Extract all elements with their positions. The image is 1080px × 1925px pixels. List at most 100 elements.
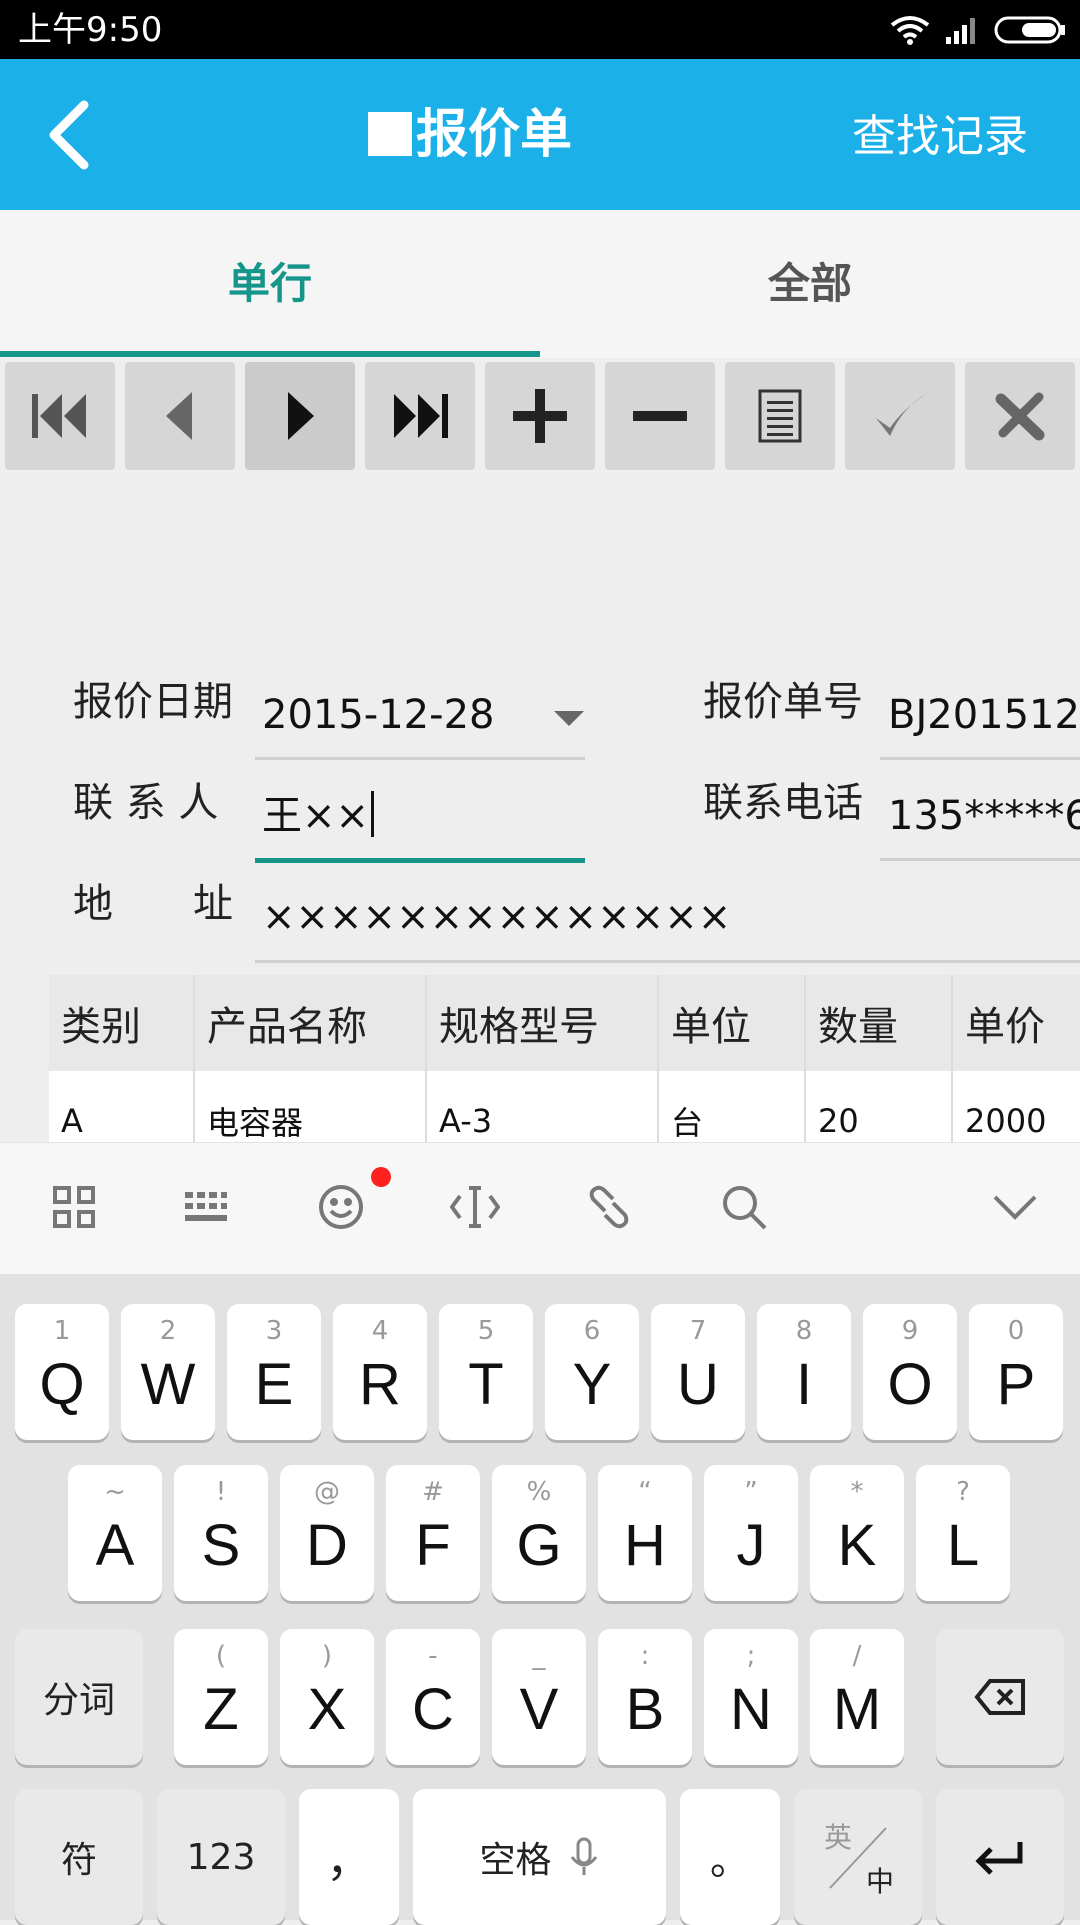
title-square-icon <box>367 112 412 156</box>
key-f[interactable]: # F <box>386 1465 480 1601</box>
status-bar: 上午9:50 <box>0 0 1080 59</box>
remove-record-button[interactable] <box>605 362 715 470</box>
text-cursor-icon <box>450 1186 500 1228</box>
keyboard-layout-button[interactable] <box>172 1173 240 1241</box>
column-header[interactable]: 产品名称 <box>195 975 427 1071</box>
contact-label: 联 系 人 <box>73 780 219 826</box>
key-x[interactable]: ) X <box>280 1629 374 1765</box>
key-e[interactable]: 3E <box>227 1304 321 1440</box>
add-icon <box>513 389 567 443</box>
key-c[interactable]: -C <box>386 1629 480 1765</box>
cursor-button[interactable] <box>441 1173 509 1241</box>
grid-icon <box>53 1186 95 1228</box>
key-s[interactable]: ! S <box>174 1465 268 1601</box>
space-key[interactable]: 空格 <box>413 1789 666 1925</box>
key-l[interactable]: ? L <box>916 1465 1010 1601</box>
table-cell[interactable]: A <box>49 1071 195 1142</box>
cancel-button[interactable] <box>965 362 1075 470</box>
list-button[interactable] <box>725 362 835 470</box>
table-cell[interactable]: A-3 <box>427 1071 659 1142</box>
key-j[interactable]: ” J <box>704 1465 798 1601</box>
key-v[interactable]: _ V <box>492 1629 586 1765</box>
slash-divider-icon <box>829 1827 887 1889</box>
table-row[interactable]: A 电容器 A-3 台 20 2000 <box>49 1071 1080 1142</box>
contact-field[interactable]: 王×× <box>262 791 582 841</box>
battery-icon <box>994 16 1065 44</box>
contact-value: 王×× <box>262 793 370 839</box>
phone-field[interactable]: 135*****65 <box>888 791 1080 841</box>
apps-button[interactable] <box>40 1173 108 1241</box>
key-z[interactable]: (Z <box>174 1629 268 1765</box>
key-b[interactable]: :B <box>598 1629 692 1765</box>
symbol-key[interactable]: 符 <box>15 1789 143 1925</box>
column-header[interactable]: 类别 <box>49 975 195 1071</box>
key-d[interactable]: @ D <box>280 1465 374 1601</box>
collapse-keyboard-button[interactable] <box>981 1173 1049 1241</box>
key-q[interactable]: 1Q <box>15 1304 109 1440</box>
key-k[interactable]: * K <box>810 1465 904 1601</box>
tab-all[interactable]: 全部 <box>540 210 1080 358</box>
confirm-button[interactable] <box>845 362 955 470</box>
dropdown-arrow-icon[interactable] <box>554 711 584 726</box>
language-switch-key[interactable]: 英 中 <box>794 1789 922 1925</box>
quote-date-field[interactable]: 2015-12-28 <box>262 690 532 740</box>
chevron-down-icon <box>993 1195 1037 1220</box>
key-i[interactable]: 8I <box>757 1304 851 1440</box>
phone-underline <box>880 858 1080 861</box>
column-header[interactable]: 数量 <box>806 975 953 1071</box>
add-record-button[interactable] <box>485 362 595 470</box>
key-o[interactable]: 9O <box>863 1304 957 1440</box>
confirm-icon <box>876 394 926 436</box>
app-bar: 报价单 查找记录 <box>0 59 1080 210</box>
page-title: 报价单 <box>0 103 940 167</box>
tab-single-row[interactable]: 单行 <box>0 210 540 358</box>
key-y[interactable]: 6Y <box>545 1304 639 1440</box>
previous-record-button[interactable] <box>125 362 235 470</box>
first-record-button[interactable] <box>5 362 115 470</box>
key-m[interactable]: / M <box>810 1629 904 1765</box>
column-header[interactable]: 单位 <box>659 975 806 1071</box>
table-cell[interactable]: 台 <box>659 1071 806 1142</box>
column-header[interactable]: 单价 <box>953 975 1080 1071</box>
segment-key[interactable]: 分词 <box>15 1629 143 1765</box>
table-header-row: 类别 产品名称 规格型号 单位 数量 单价 <box>49 975 1080 1071</box>
table-cell[interactable]: 电容器 <box>195 1071 427 1142</box>
comma-key[interactable]: ， <box>299 1789 399 1925</box>
quote-no-label: 报价单号 <box>703 679 863 725</box>
column-header[interactable]: 规格型号 <box>427 975 659 1071</box>
tab-bar: 单行 全部 <box>0 210 1080 358</box>
key-n[interactable]: ; N <box>704 1629 798 1765</box>
clipboard-button[interactable] <box>575 1173 643 1241</box>
next-record-button[interactable] <box>245 362 355 470</box>
space-label: 空格 <box>479 1840 552 1881</box>
enter-key[interactable] <box>936 1789 1064 1925</box>
key-h[interactable]: “H <box>598 1465 692 1601</box>
address-field[interactable]: ×××××××××××××× <box>262 892 862 942</box>
last-record-button[interactable] <box>365 362 475 470</box>
status-time: 上午9:50 <box>18 10 163 50</box>
key-w[interactable]: 2W <box>121 1304 215 1440</box>
address-label: 地 址 <box>73 881 233 927</box>
table-cell[interactable]: 20 <box>806 1071 953 1142</box>
backspace-key[interactable] <box>936 1629 1064 1765</box>
key-a[interactable]: ~ A <box>68 1465 162 1601</box>
key-g[interactable]: % G <box>492 1465 586 1601</box>
keyboard-icon <box>185 1192 227 1221</box>
text-caret <box>371 791 375 837</box>
numbers-key[interactable]: 123 <box>157 1789 285 1925</box>
emoji-icon <box>319 1185 363 1229</box>
table-cell[interactable]: 2000 <box>953 1071 1080 1142</box>
key-r[interactable]: 4R <box>333 1304 427 1440</box>
emoji-button[interactable] <box>307 1173 375 1241</box>
quote-date-label: 报价日期 <box>73 679 233 725</box>
keyboard-toolbar <box>0 1142 1080 1274</box>
period-key[interactable]: 。 <box>680 1789 780 1925</box>
signal-icon <box>946 18 975 44</box>
key-u[interactable]: 7U <box>651 1304 745 1440</box>
remove-icon <box>633 411 687 421</box>
quote-no-field[interactable]: BJ201512 <box>888 690 1080 740</box>
search-button[interactable] <box>710 1173 778 1241</box>
key-p[interactable]: 0P <box>969 1304 1063 1440</box>
search-records-button[interactable]: 查找记录 <box>852 109 1028 165</box>
key-t[interactable]: 5T <box>439 1304 533 1440</box>
